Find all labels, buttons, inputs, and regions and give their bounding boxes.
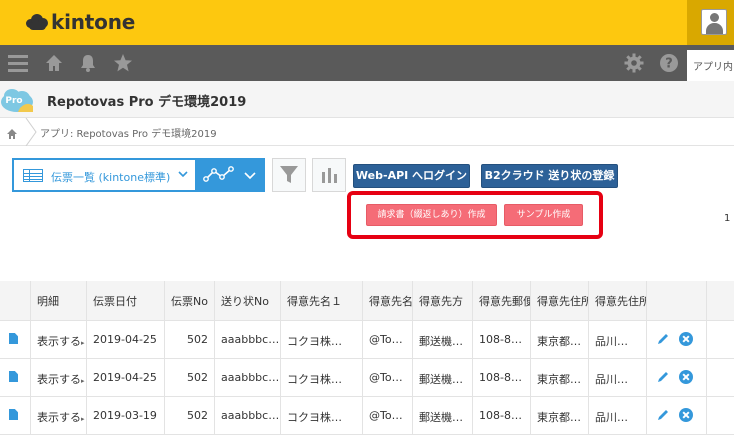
chevron-down-icon — [178, 171, 188, 178]
edit-pencil-icon[interactable] — [656, 408, 670, 422]
customer-postal-cell: 108-8… — [472, 321, 530, 358]
kintone-logo[interactable]: kintone — [26, 9, 135, 35]
customer-name2-cell: @To… — [362, 397, 412, 434]
column-header[interactable]: 得意先名１ — [280, 281, 362, 320]
customer-address2-cell: 品川… — [588, 397, 646, 434]
customer-address1-cell: 東京都… — [530, 397, 588, 434]
detail-cell[interactable]: 表示する▸ — [30, 397, 86, 434]
column-header[interactable]: 得意先郵便 — [472, 281, 530, 320]
blank-cell — [706, 321, 734, 358]
edit-pencil-icon[interactable] — [656, 370, 670, 384]
customer-name2-cell: @To… — [362, 321, 412, 358]
line-graph-icon — [203, 166, 256, 182]
date-cell: 2019-03-19 — [86, 397, 164, 434]
breadcrumb-separator — [24, 117, 38, 147]
customer-address2-cell: 品川… — [588, 359, 646, 396]
customer-address1-cell: 東京都… — [530, 359, 588, 396]
logo-text: kintone — [51, 10, 136, 34]
customer-postal-cell: 108-8… — [472, 359, 530, 396]
customer-name-cell: コクヨ株… — [280, 397, 362, 434]
webapi-login-button[interactable]: Web-API へログイン — [353, 164, 470, 188]
date-cell: 2019-04-25 — [86, 359, 164, 396]
slip-no-cell: 502 — [164, 321, 214, 358]
breadcrumb-home-icon[interactable] — [6, 125, 18, 139]
actions-cell — [646, 397, 706, 434]
graph-selector[interactable] — [197, 158, 265, 192]
customer-method-cell: 郵送機… — [412, 359, 472, 396]
star-icon[interactable] — [113, 53, 133, 73]
column-header[interactable]: 明細 — [30, 281, 86, 320]
delete-icon[interactable] — [679, 408, 693, 422]
slip-no-cell: 502 — [164, 397, 214, 434]
svg-text:Pro: Pro — [5, 96, 22, 106]
customer-address2-cell: 品川… — [588, 321, 646, 358]
filter-button[interactable] — [272, 158, 306, 192]
view-selector-label: 伝票一覧 (kintone標準) — [51, 171, 171, 184]
column-header[interactable]: 得意先住所 — [530, 281, 588, 320]
column-header-actions — [646, 281, 706, 320]
gear-icon[interactable] — [624, 53, 644, 73]
table-row: 表示する▸ 2019-03-19 502 aaabbbc… コクヨ株… @To…… — [0, 397, 734, 434]
cloud-logo-icon — [26, 13, 48, 31]
app-title: Repotovas Pro デモ環境2019 — [47, 95, 247, 110]
record-detail-icon[interactable] — [9, 333, 18, 344]
help-icon[interactable]: ? — [659, 53, 679, 73]
graph-button[interactable] — [312, 158, 346, 192]
customer-name-cell: コクヨ株… — [280, 359, 362, 396]
tracking-no-cell: aaabbbc… — [214, 397, 280, 434]
bar-chart-icon — [322, 168, 337, 183]
detail-cell[interactable]: 表示する▸ — [30, 321, 86, 358]
customer-name2-cell: @To… — [362, 359, 412, 396]
breadcrumb-app-link[interactable]: アプリ: Repotovas Pro デモ環境2019 — [40, 125, 217, 140]
app-icon: Pro — [0, 86, 34, 114]
edit-pencil-icon[interactable] — [656, 332, 670, 346]
view-selector[interactable]: 伝票一覧 (kintone標準) — [12, 158, 197, 192]
blank-cell — [706, 397, 734, 434]
record-detail-icon[interactable] — [9, 409, 18, 420]
table-row: 表示する▸ 2019-04-25 502 aaabbbc… コクヨ株… @To…… — [0, 359, 734, 396]
actions-cell — [646, 321, 706, 358]
bell-icon[interactable] — [78, 53, 98, 73]
column-header[interactable]: 伝票日付 — [86, 281, 164, 320]
breadcrumb: アプリ: Repotovas Pro デモ環境2019 — [0, 117, 734, 147]
menu-icon[interactable] — [8, 55, 28, 75]
delete-icon[interactable] — [679, 332, 693, 346]
detail-cell[interactable]: 表示する▸ — [30, 359, 86, 396]
column-header[interactable]: 得意先名 — [362, 281, 412, 320]
slip-no-cell: 502 — [164, 359, 214, 396]
tracking-no-cell: aaabbbc… — [214, 359, 280, 396]
home-icon[interactable] — [44, 53, 64, 73]
customer-method-cell: 郵送機… — [412, 397, 472, 434]
column-header[interactable]: 伝票No — [164, 281, 214, 320]
tracking-no-cell: aaabbbc… — [214, 321, 280, 358]
filter-icon — [280, 166, 298, 183]
pager-number: 1 — [724, 213, 731, 224]
app-search-tab[interactable]: アプリ内 — [687, 50, 734, 81]
table-header: 明細 伝票日付 伝票No 送り状No 得意先名１ 得意先名 得意先方 得意先郵便… — [0, 281, 734, 320]
b2-cloud-register-button[interactable]: B2クラウド 送り状の登録 — [481, 164, 618, 188]
column-header-blank — [706, 281, 734, 320]
user-menu[interactable] — [687, 0, 734, 45]
customer-postal-cell: 108-8… — [472, 397, 530, 434]
app-title-bar: Pro Repotovas Pro デモ環境2019 — [0, 81, 734, 118]
actions-cell — [646, 359, 706, 396]
highlight-box — [347, 191, 603, 239]
table-view-icon — [23, 169, 43, 182]
record-detail-icon[interactable] — [9, 371, 18, 382]
svg-text:?: ? — [665, 57, 673, 72]
column-header[interactable]: 得意先住所 — [588, 281, 646, 320]
date-cell: 2019-04-25 — [86, 321, 164, 358]
customer-name-cell: コクヨ株… — [280, 321, 362, 358]
column-header[interactable]: 得意先方 — [412, 281, 472, 320]
table-row: 表示する▸ 2019-04-25 502 aaabbbc… コクヨ株… @To…… — [0, 321, 734, 358]
customer-method-cell: 郵送機… — [412, 321, 472, 358]
delete-icon[interactable] — [679, 370, 693, 384]
top-header: kintone — [0, 0, 734, 45]
user-avatar-icon — [701, 9, 727, 35]
blank-cell — [706, 359, 734, 396]
global-nav: ? アプリ内 — [0, 45, 734, 81]
customer-address1-cell: 東京都… — [530, 321, 588, 358]
column-header[interactable]: 送り状No — [214, 281, 280, 320]
